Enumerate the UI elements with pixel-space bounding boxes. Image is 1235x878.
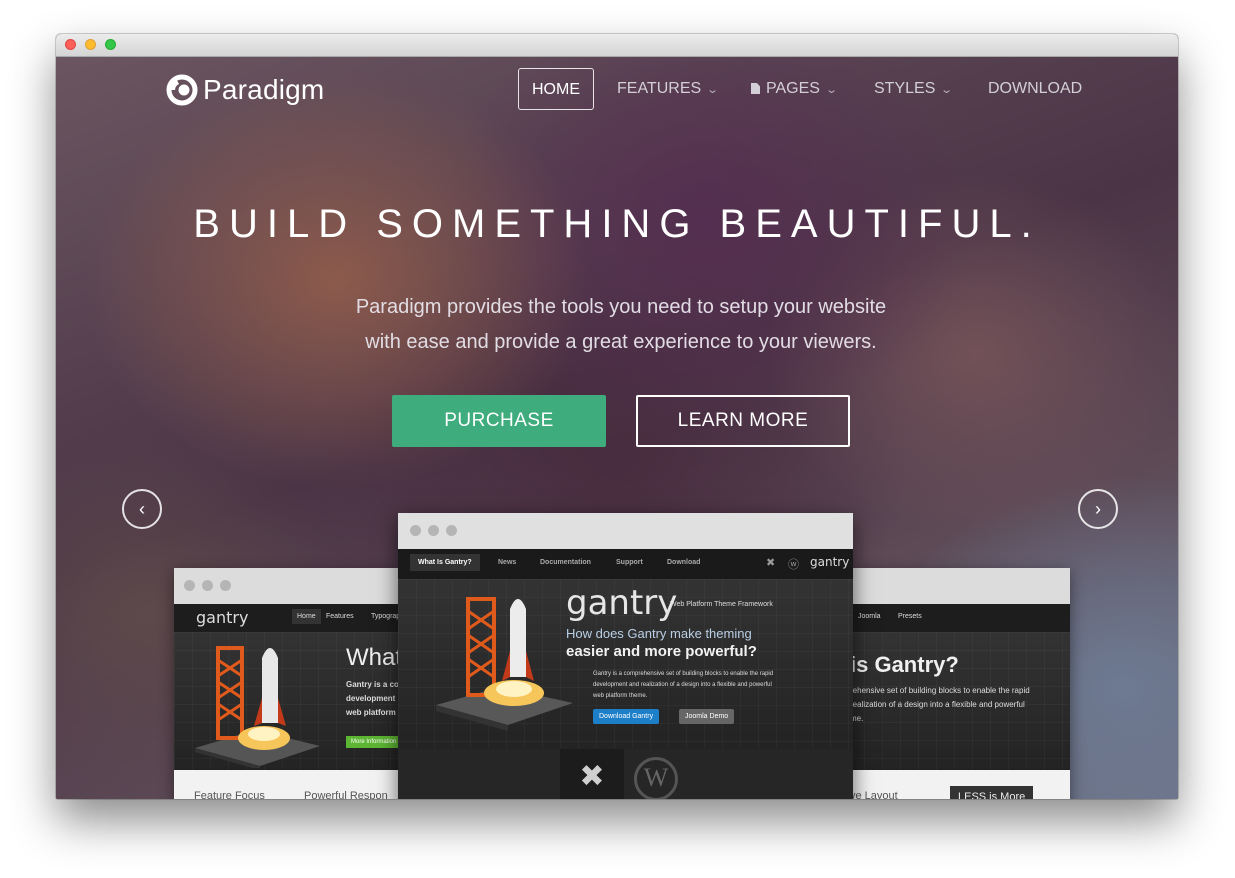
mockup-text-line: Gantry is a co bbox=[346, 680, 399, 689]
mockup-nav: gantry Home Features Typograp bbox=[174, 604, 404, 633]
hero-section: Paradigm HOME FEATURES ⌄ PAGES ⌄ STYLES ⌄ D… bbox=[56, 57, 1178, 799]
main-nav: HOME FEATURES ⌄ PAGES ⌄ STYLES ⌄ DOWNLOAD bbox=[56, 68, 1178, 110]
mockup-less-button: LESS is More bbox=[950, 786, 1034, 799]
mockup-body: gantry Web Platform Theme Framework How … bbox=[398, 579, 853, 749]
screenshot-mockup-left: gantry Home Features Typograp What Gantr bbox=[174, 568, 404, 799]
mockup-text-line: realization of a design into a flexible … bbox=[850, 700, 1025, 709]
mockup-tab: Download bbox=[667, 559, 701, 566]
mockup-heading: easier and more powerful? bbox=[566, 643, 757, 660]
joomla-icon: ✖ bbox=[560, 749, 624, 799]
chevron-left-icon: ‹ bbox=[139, 498, 145, 519]
browser-window: Paradigm HOME FEATURES ⌄ PAGES ⌄ STYLES ⌄ D… bbox=[56, 34, 1178, 799]
nav-home[interactable]: HOME bbox=[518, 68, 594, 110]
chevron-down-icon: ⌄ bbox=[825, 84, 839, 96]
mockup-nav: Joomla Presets bbox=[846, 604, 1070, 633]
mockup-nav-item: Features bbox=[326, 613, 354, 620]
hero-headline: BUILD SOMETHING BEAUTIFUL. bbox=[193, 202, 1041, 246]
mockup-platform-strip: ✖ W bbox=[398, 749, 853, 799]
mockup-titlebar bbox=[846, 568, 1070, 604]
mockup-nav-item: Typograp bbox=[371, 613, 401, 620]
gantry-logo: gantry bbox=[810, 555, 850, 569]
mockup-tab: Documentation bbox=[540, 559, 591, 566]
mockup-text-line: development and realization of a design … bbox=[593, 682, 772, 688]
rocket-launch-illustration bbox=[195, 646, 320, 768]
wordpress-icon: W bbox=[634, 757, 678, 799]
rocket-launch-illustration bbox=[436, 597, 573, 731]
gantry-logo: gantry bbox=[566, 583, 678, 623]
window-dot bbox=[410, 525, 421, 536]
screenshot-mockup-center: What Is Gantry? News Documentation Suppo… bbox=[398, 513, 853, 799]
zoom-window-button[interactable] bbox=[105, 39, 116, 50]
mockup-heading: What bbox=[346, 644, 403, 671]
mockup-text-line: rehensive set of building blocks to enab… bbox=[850, 686, 1030, 695]
screenshot-mockup-right: Joomla Presets is Gantry? rehensive set … bbox=[846, 568, 1070, 799]
mockup-nav-item: Home bbox=[292, 609, 321, 624]
mockup-body: is Gantry? rehensive set of building blo… bbox=[846, 632, 1070, 770]
mockup-body: What Gantry is a co development web plat… bbox=[174, 632, 404, 770]
mockup-download-button: Download Gantry bbox=[593, 709, 660, 724]
slider-prev-button[interactable]: ‹ bbox=[122, 489, 162, 529]
chevron-down-icon: ⌄ bbox=[940, 84, 954, 96]
mockup-more-info-button: More Information bbox=[346, 736, 402, 748]
nav-styles-label: STYLES bbox=[874, 80, 936, 97]
window-dot bbox=[202, 580, 213, 591]
mockup-footer: Feature Focus Powerful Respon bbox=[174, 770, 404, 799]
chevron-right-icon: › bbox=[1095, 498, 1101, 519]
mockup-tab: News bbox=[498, 559, 517, 566]
mockup-footer: ve Layout LESS is More bbox=[846, 770, 1070, 799]
nav-pages-label: PAGES bbox=[766, 80, 820, 97]
mockup-heading: How does Gantry make theming bbox=[566, 626, 752, 641]
joomla-icon: ✖ bbox=[766, 557, 776, 569]
mockup-titlebar bbox=[174, 568, 404, 604]
mockup-heading: is Gantry? bbox=[850, 652, 959, 677]
mockup-footer-text: ve Layout bbox=[850, 790, 898, 799]
mockup-nav: What Is Gantry? News Documentation Suppo… bbox=[398, 549, 853, 580]
window-titlebar bbox=[56, 34, 1178, 57]
close-window-button[interactable] bbox=[65, 39, 76, 50]
document-icon bbox=[751, 83, 760, 94]
wordpress-icon: ⓦ bbox=[788, 559, 799, 571]
mockup-text-line: web platform theme. bbox=[593, 693, 648, 699]
window-dot bbox=[446, 525, 457, 536]
chevron-down-icon: ⌄ bbox=[706, 84, 720, 96]
mockup-tab: Support bbox=[616, 559, 643, 566]
mockup-footer-text: Powerful Respon bbox=[304, 790, 388, 799]
nav-features-label: FEATURES bbox=[617, 80, 702, 97]
mockup-nav-item: Presets bbox=[898, 613, 922, 620]
mockup-text-line: development bbox=[346, 694, 396, 703]
hero-subtext: Paradigm provides the tools you need to … bbox=[355, 296, 887, 353]
purchase-button[interactable]: PURCHASE bbox=[392, 395, 606, 447]
mockup-demo-button: Joomla Demo bbox=[679, 709, 735, 724]
nav-features[interactable]: FEATURES ⌄ bbox=[617, 68, 720, 110]
mockup-footer-text: Feature Focus bbox=[194, 790, 265, 799]
nav-download[interactable]: DOWNLOAD bbox=[988, 68, 1082, 110]
mockup-text-line: Gantry is a comprehensive set of buildin… bbox=[593, 671, 774, 677]
mockup-text-line: web platform bbox=[346, 708, 396, 717]
nav-styles[interactable]: STYLES ⌄ bbox=[874, 68, 954, 110]
window-dot bbox=[428, 525, 439, 536]
mockup-tab: What Is Gantry? bbox=[410, 554, 480, 571]
window-dot bbox=[220, 580, 231, 591]
mockup-nav-item: Joomla bbox=[858, 613, 881, 620]
minimize-window-button[interactable] bbox=[85, 39, 96, 50]
gantry-logo: gantry bbox=[196, 608, 249, 627]
mockup-titlebar bbox=[398, 513, 853, 549]
slider-next-button[interactable]: › bbox=[1078, 489, 1118, 529]
gantry-tagline: Web Platform Theme Framework bbox=[670, 601, 773, 608]
nav-pages[interactable]: PAGES ⌄ bbox=[751, 68, 839, 110]
learn-more-button[interactable]: LEARN MORE bbox=[636, 395, 850, 447]
window-dot bbox=[184, 580, 195, 591]
